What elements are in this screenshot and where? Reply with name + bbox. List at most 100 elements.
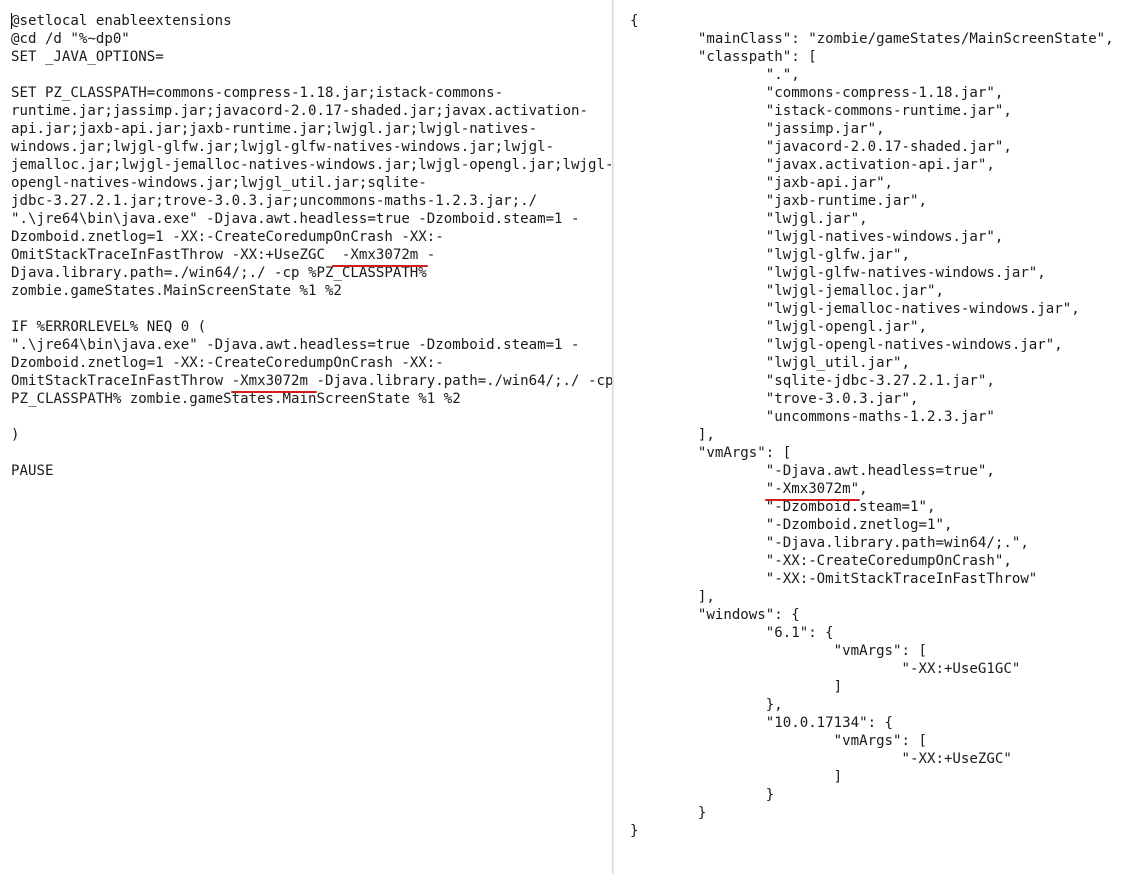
- code-text: "lwjgl.jar",: [630, 211, 868, 227]
- batch-file-editor-pane[interactable]: @setlocal enableextensions @cd /d "%~dp0"…: [0, 0, 612, 874]
- json-line: "vmArgs": [: [630, 732, 1114, 750]
- code-text: },: [630, 697, 783, 713]
- code-text: PZ_CLASSPATH% zombie.gameStates.MainScre…: [11, 391, 461, 407]
- batch-line: OmitStackTraceInFastThrow -Xmx3072m -Dja…: [11, 372, 612, 393]
- json-line: "lwjgl_util.jar",: [630, 354, 1114, 372]
- batch-line: @setlocal enableextensions: [11, 12, 612, 30]
- json-line: "vmArgs": [: [630, 642, 1114, 660]
- json-line: "javax.activation-api.jar",: [630, 156, 1114, 174]
- batch-line: IF %ERRORLEVEL% NEQ 0 (: [11, 318, 612, 336]
- code-text: "6.1": {: [630, 625, 834, 641]
- json-line: ]: [630, 678, 1114, 696]
- code-text: "vmArgs": [: [630, 445, 792, 461]
- json-line: "-XX:+UseZGC": [630, 750, 1114, 768]
- json-line: "10.0.17134": {: [630, 714, 1114, 732]
- code-text: Dzomboid.znetlog=1 -XX:-CreateCoredumpOn…: [11, 229, 444, 245]
- json-line: "lwjgl-natives-windows.jar",: [630, 228, 1114, 246]
- code-text: ".",: [630, 67, 800, 83]
- code-text: "lwjgl-jemalloc.jar",: [630, 283, 944, 299]
- xmx-memory-highlight: -Xmx3072m: [332, 247, 429, 267]
- json-config-text[interactable]: { "mainClass": "zombie/gameStates/MainSc…: [630, 12, 1114, 840]
- json-line: "trove-3.0.3.jar",: [630, 390, 1114, 408]
- code-text: SET PZ_CLASSPATH=commons-compress-1.18.j…: [11, 85, 504, 101]
- json-config-editor-pane[interactable]: { "mainClass": "zombie/gameStates/MainSc…: [614, 0, 1137, 874]
- code-text: Dzomboid.znetlog=1 -XX:-CreateCoredumpOn…: [11, 355, 444, 371]
- json-line: {: [630, 12, 1114, 30]
- code-text: "-Djava.library.path=win64/;.",: [630, 535, 1029, 551]
- json-line: "-XX:+UseG1GC": [630, 660, 1114, 678]
- code-text: "lwjgl-glfw-natives-windows.jar",: [630, 265, 1046, 281]
- json-line: ],: [630, 426, 1114, 444]
- code-text: "javacord-2.0.17-shaded.jar",: [630, 139, 1012, 155]
- batch-line: [11, 300, 612, 318]
- json-line: "jaxb-runtime.jar",: [630, 192, 1114, 210]
- code-text: windows.jar;lwjgl-glfw.jar;lwjgl-glfw-na…: [11, 139, 555, 155]
- code-text: "lwjgl-jemalloc-natives-windows.jar",: [630, 301, 1080, 317]
- batch-line: Dzomboid.znetlog=1 -XX:-CreateCoredumpOn…: [11, 354, 612, 372]
- code-text: @cd /d "%~dp0": [11, 31, 130, 47]
- code-text: SET _JAVA_OPTIONS=: [11, 49, 164, 65]
- json-line: "-Djava.library.path=win64/;.",: [630, 534, 1114, 552]
- code-text: runtime.jar;jassimp.jar;javacord-2.0.17-…: [11, 103, 588, 119]
- batch-line: ".\jre64\bin\java.exe" -Djava.awt.headle…: [11, 210, 612, 228]
- batch-line: ): [11, 426, 612, 444]
- code-text: "istack-commons-runtime.jar",: [630, 103, 1012, 119]
- code-text: "-Dzomboid.steam=1",: [630, 499, 936, 515]
- json-line: "lwjgl-jemalloc.jar",: [630, 282, 1114, 300]
- code-text: "classpath": [: [630, 49, 817, 65]
- batch-line: api.jar;jaxb-api.jar;jaxb-runtime.jar;lw…: [11, 120, 612, 138]
- batch-line: zombie.gameStates.MainScreenState %1 %2: [11, 282, 612, 300]
- code-text: "-XX:+UseZGC": [630, 751, 1012, 767]
- batch-line: @cd /d "%~dp0": [11, 30, 612, 48]
- code-text: ]: [630, 679, 843, 695]
- code-text: "10.0.17134": {: [630, 715, 894, 731]
- code-text: opengl-natives-windows.jar;lwjgl_util.ja…: [11, 175, 427, 191]
- code-text: IF %ERRORLEVEL% NEQ 0 (: [11, 319, 207, 335]
- code-text: "sqlite-jdbc-3.27.2.1.jar",: [630, 373, 995, 389]
- json-line: ]: [630, 768, 1114, 786]
- code-text: ]: [630, 769, 843, 785]
- json-line: "6.1": {: [630, 624, 1114, 642]
- code-text: ".\jre64\bin\java.exe" -Djava.awt.headle…: [11, 211, 580, 227]
- batch-line: ".\jre64\bin\java.exe" -Djava.awt.headle…: [11, 336, 612, 354]
- json-line: "-Xmx3072m",: [630, 480, 1114, 501]
- batch-file-text[interactable]: @setlocal enableextensions @cd /d "%~dp0"…: [11, 12, 612, 480]
- json-line: "lwjgl-glfw.jar",: [630, 246, 1114, 264]
- json-line: "uncommons-maths-1.2.3.jar": [630, 408, 1114, 426]
- code-text: -: [426, 247, 436, 263]
- json-line: "jassimp.jar",: [630, 120, 1114, 138]
- json-line: "commons-compress-1.18.jar",: [630, 84, 1114, 102]
- code-text: "-XX:-OmitStackTraceInFastThrow": [630, 571, 1038, 587]
- code-text: "windows": {: [630, 607, 800, 623]
- batch-line: [11, 66, 612, 84]
- code-text: }: [630, 805, 707, 821]
- code-text: "javax.activation-api.jar",: [630, 157, 995, 173]
- code-text: "jassimp.jar",: [630, 121, 885, 137]
- json-line: "lwjgl-opengl-natives-windows.jar",: [630, 336, 1114, 354]
- code-text: "vmArgs": [: [630, 643, 927, 659]
- batch-line: windows.jar;lwjgl-glfw.jar;lwjgl-glfw-na…: [11, 138, 612, 156]
- code-text: "jaxb-api.jar",: [630, 175, 894, 191]
- xmx-memory-highlight: -Xmx3072m: [230, 373, 318, 393]
- batch-line: SET PZ_CLASSPATH=commons-compress-1.18.j…: [11, 84, 612, 102]
- json-line: "classpath": [: [630, 48, 1114, 66]
- json-line: "windows": {: [630, 606, 1114, 624]
- code-text: api.jar;jaxb-api.jar;jaxb-runtime.jar;lw…: [11, 121, 538, 137]
- batch-line: [11, 408, 612, 426]
- json-line: },: [630, 696, 1114, 714]
- batch-line: opengl-natives-windows.jar;lwjgl_util.ja…: [11, 174, 612, 192]
- code-text: "lwjgl-opengl-natives-windows.jar",: [630, 337, 1063, 353]
- code-text: "mainClass": "zombie/gameStates/MainScre…: [630, 31, 1114, 47]
- code-text: ,: [859, 481, 868, 497]
- code-text: ],: [630, 589, 715, 605]
- json-line: "mainClass": "zombie/gameStates/MainScre…: [630, 30, 1114, 48]
- batch-line: jemalloc.jar;lwjgl-jemalloc-natives-wind…: [11, 156, 612, 174]
- code-text: zombie.gameStates.MainScreenState %1 %2: [11, 283, 342, 299]
- code-text: jdbc-3.27.2.1.jar;trove-3.0.3.jar;uncomm…: [11, 193, 538, 209]
- json-line: "lwjgl-jemalloc-natives-windows.jar",: [630, 300, 1114, 318]
- code-text: OmitStackTraceInFastThrow: [11, 373, 232, 389]
- json-line: "lwjgl.jar",: [630, 210, 1114, 228]
- code-text: ],: [630, 427, 715, 443]
- batch-line: OmitStackTraceInFastThrow -XX:+UseZGC -X…: [11, 246, 612, 267]
